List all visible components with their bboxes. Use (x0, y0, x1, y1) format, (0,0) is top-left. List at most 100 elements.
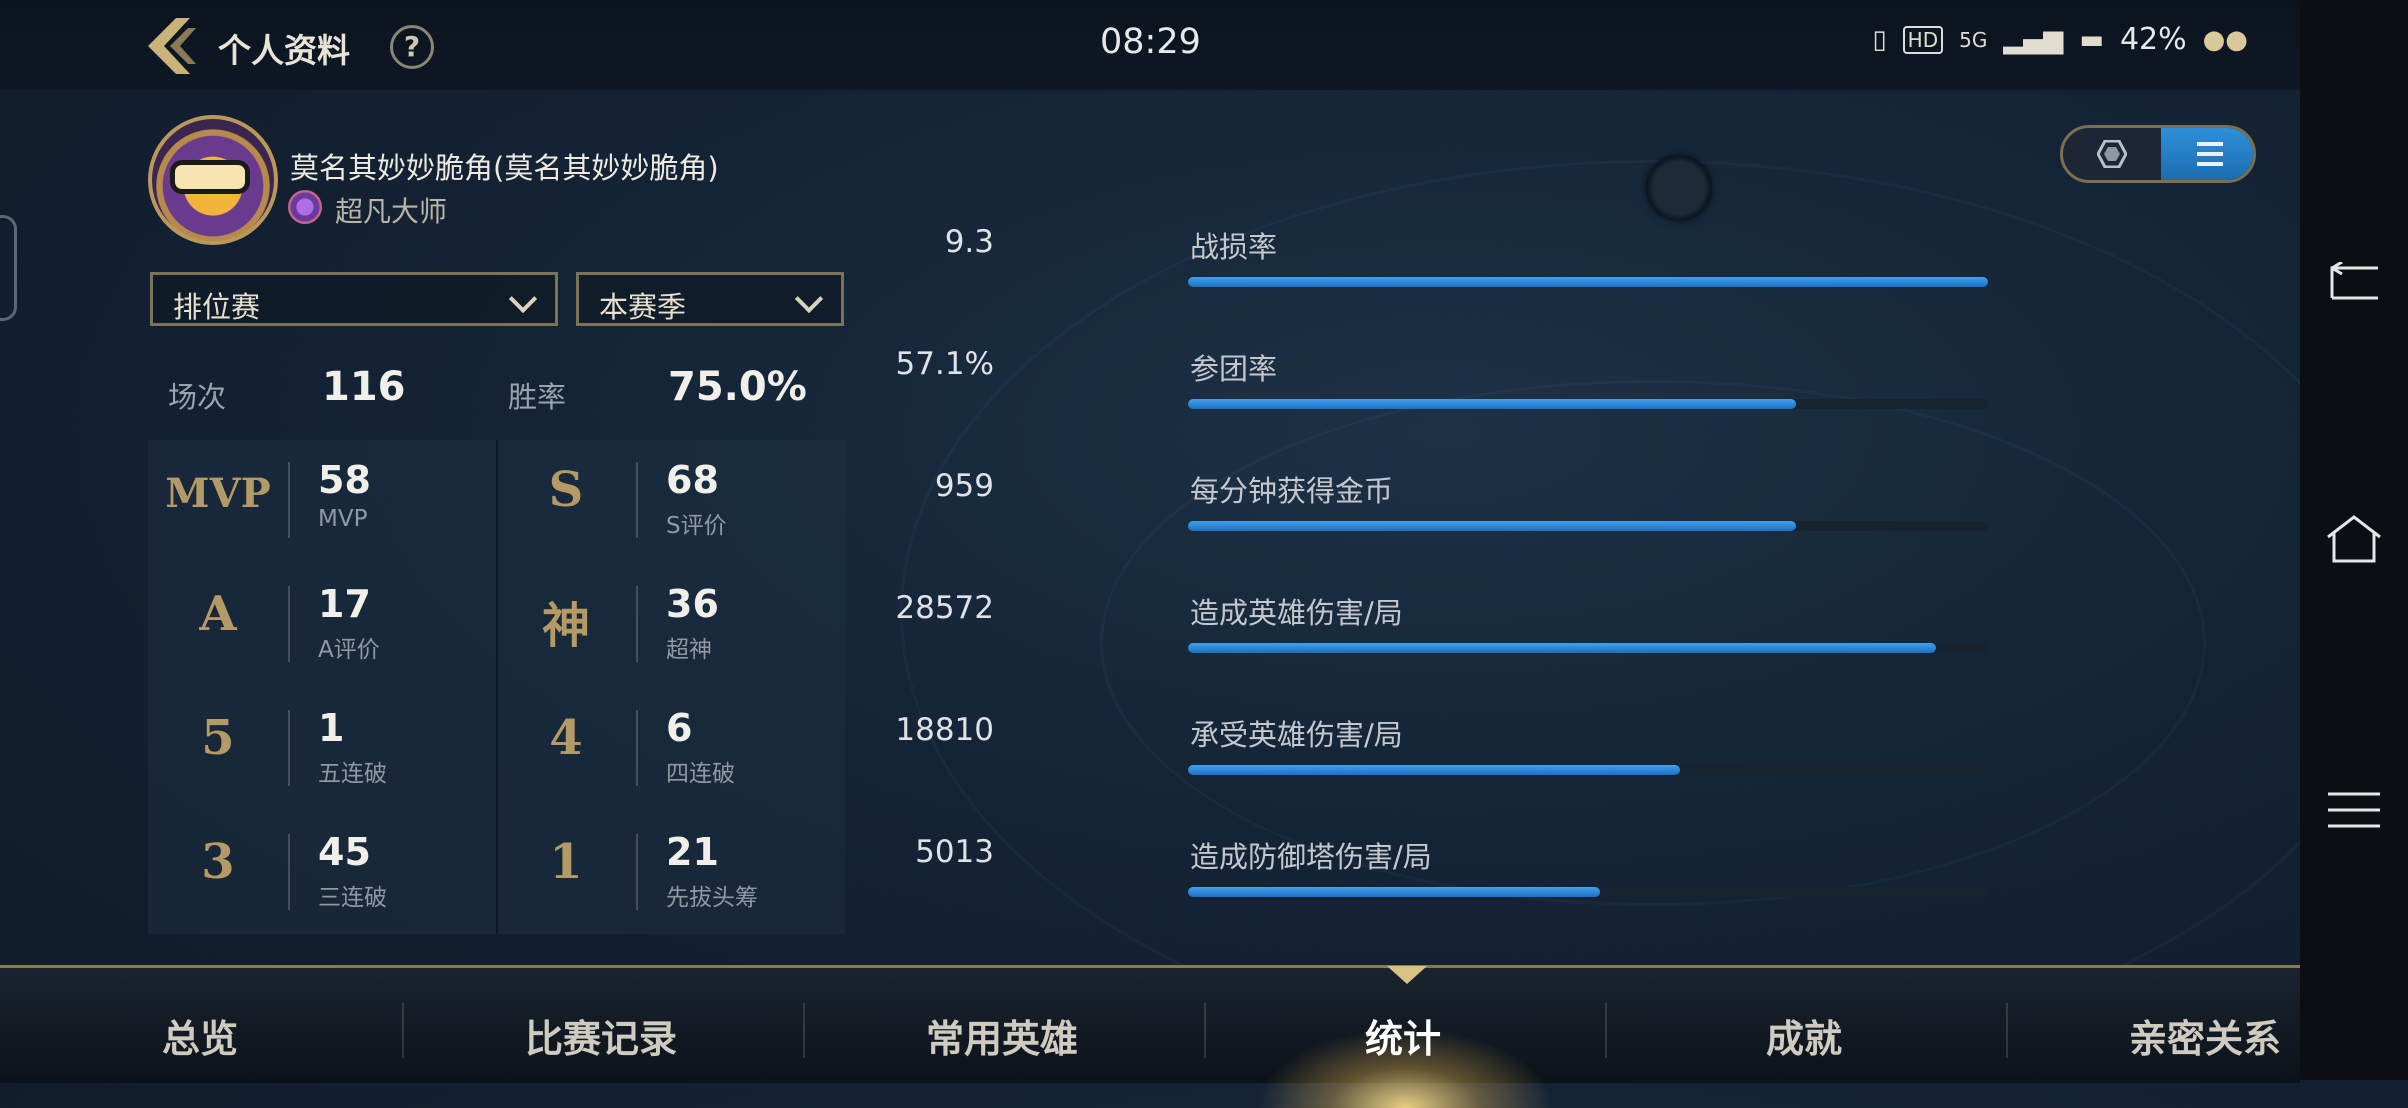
stat-s-rating: S 68 S评价 (496, 440, 844, 563)
metric-value: 28572 (895, 590, 994, 626)
stat-first-blood: 1 21 先拔头筹 (496, 812, 844, 935)
page-title: 个人资料 (218, 31, 350, 70)
hexagon-view-button[interactable] (2063, 128, 2158, 180)
home-icon[interactable] (2326, 515, 2382, 565)
signal-icon: ▂▄▆ (2003, 24, 2064, 55)
player-name: 莫名其妙妙脆角(莫名其妙妙脆角) (290, 151, 719, 185)
stat-label: 先拔头筹 (666, 885, 758, 911)
metric-label: 参团率 (1190, 352, 1278, 386)
s-rating-icon: S (548, 462, 584, 518)
metric-bar-fill (1188, 277, 1988, 287)
triple-kill-icon: 3 (201, 834, 235, 890)
metric-label: 每分钟获得金币 (1190, 474, 1394, 508)
metric-bar (1188, 643, 1988, 653)
status-time: 08:29 (1100, 22, 1201, 62)
games-label: 场次 (168, 380, 227, 414)
tab-achievements[interactable]: 成就 (1684, 1008, 1924, 1063)
stat-godlike: 神 36 超神 (496, 564, 844, 687)
stat-value: 21 (666, 830, 719, 874)
list-icon (2197, 142, 2223, 172)
divider (636, 834, 638, 910)
tab-divider (2006, 1003, 2008, 1058)
tab-overview[interactable]: 总览 (80, 1008, 320, 1063)
divider (288, 710, 290, 786)
stat-label: 三连破 (318, 885, 387, 911)
metric-value: 959 (934, 468, 994, 504)
floating-orb-button[interactable] (1646, 155, 1712, 221)
metric-label: 造成防御塔伤害/局 (1190, 840, 1432, 874)
stat-label: 超神 (666, 637, 712, 663)
mvp-icon: MVP (165, 470, 271, 517)
network-icon: 5G (1959, 27, 1988, 52)
first-blood-icon: 1 (549, 834, 583, 890)
team-icon: ●● (2202, 24, 2248, 55)
tab-relationships[interactable]: 亲密关系 (2085, 1008, 2325, 1063)
tab-divider (1204, 1003, 1206, 1058)
mode-select[interactable]: 排位赛 (150, 272, 558, 326)
list-view-button[interactable] (2161, 128, 2253, 180)
chevron-down-icon (794, 284, 824, 314)
godlike-icon: 神 (541, 598, 590, 654)
divider (288, 586, 290, 662)
winrate-label: 胜率 (508, 380, 567, 414)
avatar-goggles-icon (170, 160, 250, 194)
tab-divider (1605, 1003, 1607, 1058)
back-arrow-icon[interactable] (148, 18, 198, 74)
stat-label: 四连破 (666, 761, 735, 787)
vibrate-icon: ▯ (1872, 24, 1887, 55)
bottom-tab-bar: 总览 比赛记录 常用英雄 统计 成就 亲密关系 (0, 965, 2300, 1108)
stat-value: 17 (318, 582, 371, 626)
stats-panel: MVP 58 MVP S 68 S评价 A 17 A评价 神 36 超神 5 1… (148, 440, 845, 934)
status-bar: ▯ HD 5G ▂▄▆ ▬ 42% ●● (1872, 22, 2248, 57)
metric-bar (1188, 399, 1988, 409)
rank-badge-icon (288, 190, 322, 224)
side-drawer-handle[interactable] (0, 215, 17, 321)
tab-statistics[interactable]: 统计 (1283, 1008, 1523, 1063)
metric-label: 战损率 (1190, 230, 1278, 264)
metric-value: 18810 (895, 712, 994, 748)
back-icon[interactable] (2326, 262, 2382, 302)
stat-triple-kill: 3 45 三连破 (148, 812, 496, 935)
metric-bar-fill (1188, 521, 1796, 531)
menu-icon[interactable] (2326, 790, 2382, 830)
metric-value: 5013 (915, 834, 994, 870)
games-value: 116 (322, 364, 406, 410)
mode-select-label: 排位赛 (173, 290, 261, 324)
metric-bar (1188, 887, 1988, 897)
season-select[interactable]: 本赛季 (576, 272, 844, 326)
view-toggle[interactable] (2060, 125, 2256, 183)
tab-heroes[interactable]: 常用英雄 (882, 1008, 1122, 1063)
hexagon-icon (2097, 140, 2127, 168)
metric-bar-fill (1188, 887, 1600, 897)
stat-a-rating: A 17 A评价 (148, 564, 496, 687)
stat-value: 68 (666, 458, 719, 502)
active-tab-marker-icon (1387, 966, 1427, 984)
tab-divider (803, 1003, 805, 1058)
help-icon[interactable]: ? (390, 25, 434, 69)
chevron-down-icon (508, 284, 538, 314)
penta-kill-icon: 5 (201, 710, 235, 766)
stat-value: 45 (318, 830, 371, 874)
metric-bar (1188, 765, 1988, 775)
stat-value: 6 (666, 706, 693, 750)
metric-bar (1188, 277, 1988, 287)
metric-label: 承受英雄伤害/局 (1190, 718, 1403, 752)
tab-divider (402, 1003, 404, 1058)
system-nav-bar (2300, 0, 2408, 1080)
metric-value: 9.3 (944, 224, 994, 260)
hd-icon: HD (1902, 25, 1944, 54)
tab-match-history[interactable]: 比赛记录 (481, 1008, 721, 1063)
metric-bar-fill (1188, 643, 1936, 653)
stat-label: MVP (318, 506, 368, 532)
battery-level: 42% (2119, 22, 2187, 57)
stat-label: S评价 (666, 513, 727, 539)
stat-value: 58 (318, 458, 371, 502)
season-select-label: 本赛季 (599, 290, 687, 324)
metric-bar-fill (1188, 765, 1680, 775)
winrate-value: 75.0% (668, 364, 807, 410)
divider (636, 462, 638, 538)
metric-bar (1188, 521, 1988, 531)
stat-penta-kill: 5 1 五连破 (148, 688, 496, 811)
divider (288, 834, 290, 910)
stat-value: 1 (318, 706, 345, 750)
